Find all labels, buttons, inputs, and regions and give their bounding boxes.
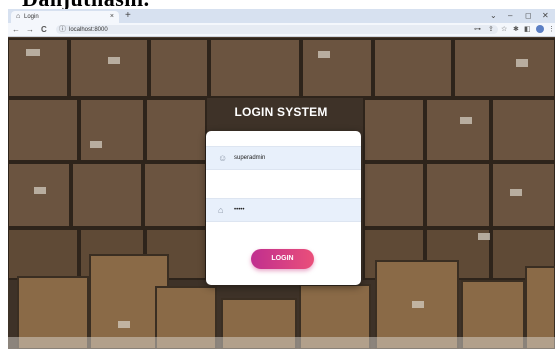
tab-title: Login <box>24 14 39 20</box>
tab-close-icon[interactable]: × <box>110 12 114 21</box>
password-field[interactable]: ⌂ ••••• <box>206 198 361 222</box>
bookmark-star-icon[interactable]: ☆ <box>501 25 507 34</box>
menu-icon[interactable]: ⋮ <box>548 25 555 34</box>
extensions-icon[interactable]: ✱ <box>513 25 519 34</box>
user-icon: ☺ <box>218 153 228 163</box>
forward-button[interactable]: → <box>26 24 34 35</box>
maximize-button[interactable]: ◻ <box>525 11 532 21</box>
tab-login[interactable]: ⌂ Login × <box>11 11 119 23</box>
profile-avatar[interactable] <box>536 25 544 33</box>
login-card: ☺ superadmin ⌂ ••••• LOGIN <box>206 131 361 285</box>
back-button[interactable]: ← <box>12 24 20 35</box>
username-value[interactable]: superadmin <box>234 154 265 162</box>
username-field[interactable]: ☺ superadmin <box>206 146 361 170</box>
lock-icon: ⌂ <box>218 205 224 215</box>
close-window-button[interactable]: ✕ <box>542 11 549 21</box>
login-button[interactable]: LOGIN <box>251 249 314 269</box>
page-viewport: LOGIN SYSTEM ☺ superadmin ⌂ ••••• LOGIN <box>8 37 555 349</box>
new-tab-button[interactable]: + <box>125 10 131 22</box>
browser-toolbar: ← → C ⓘ localhost:8000 ⊶ ⇪ ☆ ✱ ◧ ⋮ <box>8 23 555 37</box>
browser-window: ⌂ Login × + ⌄ – ◻ ✕ ← → C ⓘ localhost:80… <box>8 9 555 349</box>
chevron-down-icon[interactable]: ⌄ <box>490 11 497 21</box>
document-caption-text: Danjutnashi. <box>22 0 150 9</box>
password-value[interactable]: ••••• <box>234 206 245 214</box>
key-icon[interactable]: ⊶ <box>474 25 481 34</box>
tab-bar: ⌂ Login × + ⌄ – ◻ ✕ <box>8 9 555 23</box>
minimize-button[interactable]: – <box>508 11 512 21</box>
page-title: LOGIN SYSTEM <box>234 105 328 119</box>
url-text[interactable]: localhost:8000 <box>69 26 108 34</box>
document-caption: Danjutnashi. <box>0 0 555 9</box>
reload-button[interactable]: C <box>41 24 47 35</box>
home-icon: ⌂ <box>16 13 21 20</box>
share-icon[interactable]: ⇪ <box>488 25 494 34</box>
sidebar-icon[interactable]: ◧ <box>524 25 531 34</box>
info-icon: ⓘ <box>59 26 66 33</box>
address-bar[interactable]: ⓘ localhost:8000 <box>56 25 498 34</box>
